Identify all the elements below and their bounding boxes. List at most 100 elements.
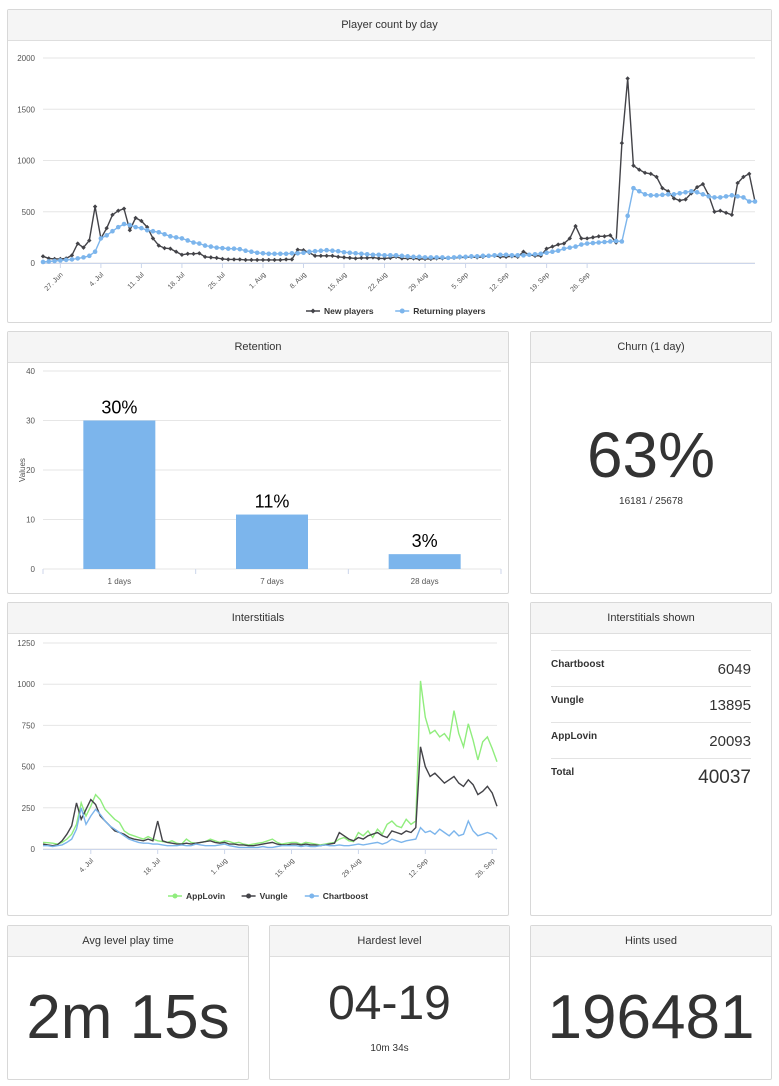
data-point	[544, 250, 549, 256]
data-point	[700, 192, 706, 197]
data-point	[370, 252, 376, 258]
data-point	[503, 252, 509, 258]
data-point	[214, 245, 219, 250]
data-point	[526, 252, 532, 258]
data-point	[521, 253, 526, 258]
x-tick-label: 27. Jun	[44, 271, 65, 292]
y-tick-label: 500	[22, 208, 36, 217]
data-point	[469, 254, 474, 259]
data-point	[144, 227, 150, 233]
data-point	[555, 242, 561, 247]
data-point	[689, 188, 694, 194]
x-tick-label: 5. Sep	[451, 271, 470, 290]
ishown-label: Total	[551, 767, 575, 778]
legend-marker	[246, 893, 252, 899]
bar	[388, 554, 461, 569]
data-point	[602, 239, 607, 245]
data-point	[602, 234, 607, 239]
data-point	[335, 248, 341, 254]
data-point	[225, 246, 231, 251]
data-point	[567, 245, 573, 250]
data-point	[573, 244, 578, 249]
data-point	[69, 257, 75, 262]
data-point	[492, 253, 497, 258]
data-point	[306, 249, 312, 255]
data-point	[619, 239, 625, 244]
player-count-panel: Player count by day 0 500 1000 1500 2000 27. …	[7, 9, 772, 323]
data-point	[584, 236, 590, 241]
data-point	[428, 255, 434, 260]
y-tick-label: 750	[22, 721, 36, 730]
data-point	[312, 248, 318, 254]
x-tick-label: 4. Jul	[78, 857, 95, 874]
data-point	[607, 239, 613, 244]
data-label: 11%	[255, 492, 290, 512]
y-tick-label: 10	[26, 516, 35, 525]
data-point	[579, 242, 584, 247]
data-point	[550, 244, 555, 249]
data-point	[162, 245, 167, 251]
data-point	[92, 204, 98, 209]
legend-label: AppLovin	[186, 891, 225, 901]
data-point	[75, 256, 81, 261]
churn-ratio: 16181 / 25678	[619, 496, 683, 507]
data-point	[283, 257, 289, 262]
y-tick-label: 1000	[17, 680, 35, 689]
data-point	[341, 255, 347, 260]
legend-label: Chartboost	[323, 891, 369, 901]
data-point	[382, 253, 387, 258]
data-point	[451, 255, 457, 260]
data-point	[619, 140, 625, 146]
data-point	[185, 238, 191, 243]
data-point	[411, 254, 416, 260]
data-point	[272, 251, 277, 257]
data-point	[150, 228, 156, 234]
x-tick-label: 22. Aug	[367, 271, 389, 293]
data-point	[359, 255, 364, 261]
data-point	[694, 189, 700, 195]
data-point	[723, 194, 729, 199]
x-tick-label: 1. Aug	[248, 271, 267, 290]
y-tick-label: 0	[31, 259, 36, 268]
data-point	[642, 192, 648, 197]
legend-label: Returning players	[413, 306, 486, 316]
data-point	[359, 251, 364, 257]
data-point	[254, 257, 260, 263]
data-point	[133, 224, 138, 230]
data-point	[416, 254, 422, 260]
data-point	[677, 191, 683, 196]
data-point	[272, 257, 277, 263]
data-point	[98, 236, 104, 241]
data-point	[717, 195, 723, 200]
data-point	[226, 257, 231, 262]
y-axis-title: Values	[18, 458, 27, 482]
data-point	[654, 193, 659, 198]
data-point	[515, 253, 520, 258]
ishown-value: 6049	[717, 661, 751, 678]
data-point	[139, 225, 144, 231]
data-point	[220, 245, 225, 251]
data-point	[127, 222, 133, 228]
data-point	[191, 240, 196, 245]
interstitials-shown-panel: Interstitials shown Chartboost 6049 Vung…	[530, 602, 772, 916]
churn-panel: Churn (1 day) 63% 16181 / 25678	[530, 331, 772, 594]
ishown-total-value: 40037	[698, 767, 751, 788]
data-point	[191, 251, 196, 256]
data-point	[330, 248, 335, 253]
panel-title: Player count by day	[8, 10, 771, 41]
data-point	[463, 254, 468, 260]
data-point	[87, 253, 92, 259]
hardest-level-panel: Hardest level 04-19 10m 34s	[269, 925, 510, 1080]
y-tick-label: 500	[22, 763, 36, 772]
data-point	[579, 236, 584, 241]
hints-used-panel: Hints used 196481	[530, 925, 772, 1080]
data-point	[58, 258, 63, 263]
data-point	[376, 252, 382, 258]
interstitials-panel: Interstitials 0 250 500 750 1000 1250 4. Jul 18…	[7, 602, 509, 916]
ishown-label: Chartboost	[551, 659, 605, 670]
y-tick-label: 2000	[17, 54, 35, 63]
data-point	[596, 234, 601, 239]
legend-marker	[309, 893, 315, 899]
data-point	[631, 185, 636, 191]
player-count-chart: 0 500 1000 1500 2000 27. Jun 4. Jul 11. Jul 18. …	[17, 54, 758, 316]
